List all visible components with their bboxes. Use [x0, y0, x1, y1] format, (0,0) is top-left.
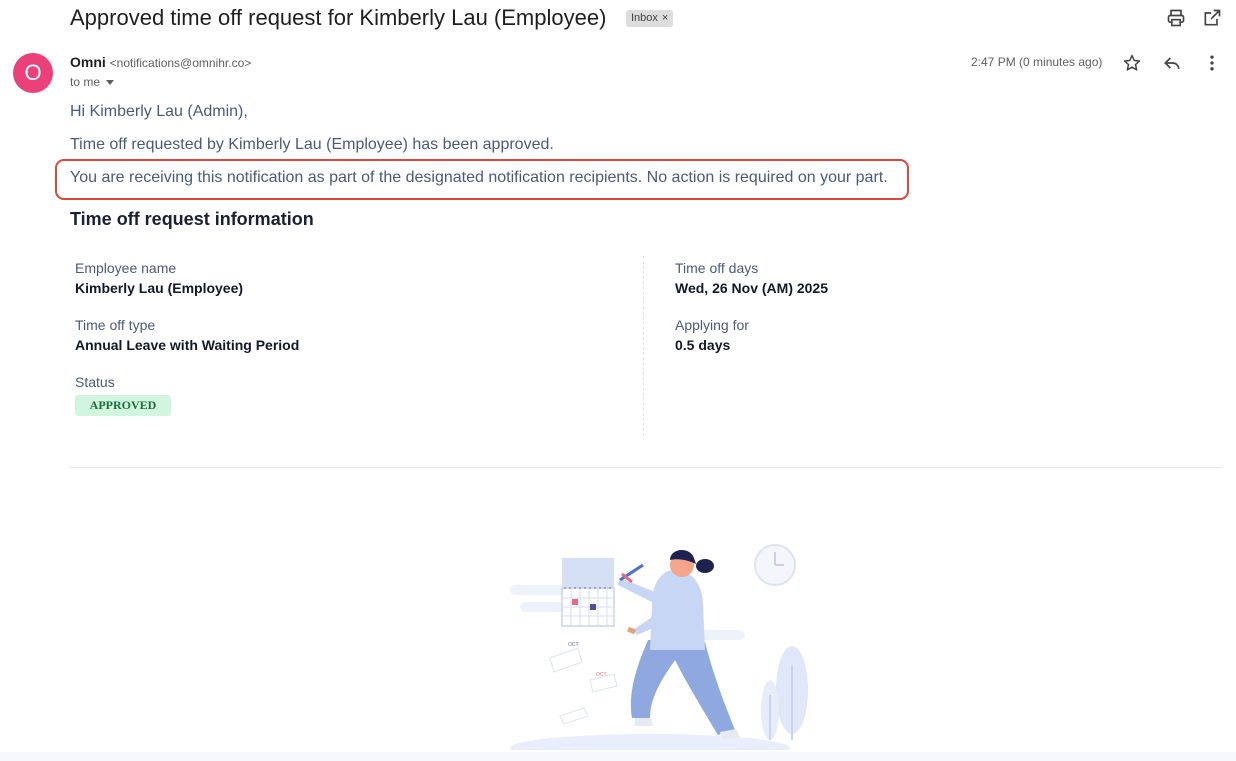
star-icon[interactable]	[1122, 53, 1142, 73]
mini-calendar-card: OCT	[589, 672, 618, 693]
notice-text: You are receiving this notification as p…	[70, 169, 888, 186]
chevron-down-icon[interactable]	[106, 80, 115, 86]
inbox-label-chip[interactable]: Inbox ×	[626, 10, 674, 27]
cloud-shape	[520, 602, 565, 612]
mini-calendar-card	[559, 707, 589, 725]
status-label: Status	[75, 374, 115, 390]
time-off-illustration: OCT OCT	[510, 544, 808, 750]
applying-for-value: 0.5 days	[675, 337, 731, 353]
time-off-type-value: Annual Leave with Waiting Period	[75, 337, 300, 353]
mini-calendar-label: OCT	[568, 642, 579, 648]
greeting-text: Hi Kimberly Lau (Admin),	[70, 103, 248, 120]
more-vertical-icon[interactable]	[1202, 53, 1222, 73]
mini-calendar-card: OCT	[549, 642, 583, 673]
employee-name-label: Employee name	[75, 260, 177, 276]
cloud-shape	[700, 630, 745, 640]
sender-email: <notifications@omnihr.co>	[109, 56, 252, 70]
recipient-line[interactable]: to me	[70, 75, 115, 89]
plant-icon	[761, 646, 808, 740]
column-divider	[643, 256, 644, 436]
open-in-new-window-icon[interactable]	[1202, 8, 1222, 28]
section-divider	[70, 467, 1222, 468]
email-timestamp: 2:47 PM (0 minutes ago)	[971, 55, 1103, 69]
status-badge: APPROVED	[75, 395, 171, 416]
print-icon[interactable]	[1166, 8, 1186, 28]
time-off-type-label: Time off type	[75, 317, 156, 333]
sender-avatar[interactable]: O	[13, 53, 53, 93]
email-subject: Approved time off request for Kimberly L…	[70, 5, 607, 30]
reply-icon[interactable]	[1162, 53, 1182, 73]
subject-row: Approved time off request for Kimberly L…	[70, 5, 1236, 33]
ground-shape	[510, 734, 790, 750]
mini-calendar-label: OCT	[596, 672, 607, 678]
time-off-days-label: Time off days	[675, 260, 759, 276]
approved-text: Time off requested by Kimberly Lau (Empl…	[70, 136, 554, 153]
employee-name-value: Kimberly Lau (Employee)	[75, 280, 244, 296]
recipient-text: to me	[70, 75, 101, 89]
applying-for-label: Applying for	[675, 317, 749, 333]
person-illustration	[618, 549, 740, 740]
remove-label-button[interactable]: ×	[662, 12, 668, 24]
time-off-days-value: Wed, 26 Nov (AM) 2025	[675, 280, 829, 296]
inbox-label-text: Inbox	[631, 12, 658, 24]
calendar-icon	[561, 558, 615, 627]
section-title: Time off request information	[70, 209, 314, 229]
clock-icon	[754, 544, 796, 586]
sender-name[interactable]: Omni	[70, 54, 106, 70]
bottom-strip	[0, 752, 1236, 761]
cloud-shape	[510, 585, 565, 595]
sender-line: Omni <notifications@omnihr.co>	[70, 54, 251, 70]
